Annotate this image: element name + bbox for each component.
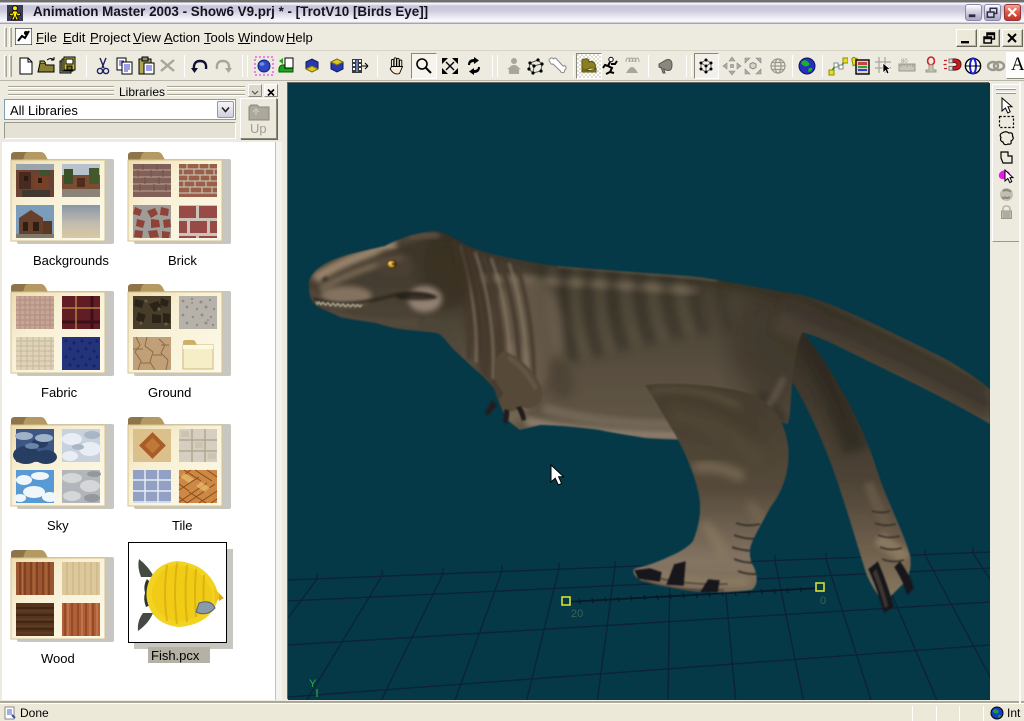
svg-text:Brick: Brick: [168, 253, 197, 268]
svg-text:80: 80: [901, 59, 908, 65]
svg-text:Y: Y: [309, 678, 317, 690]
svg-text:Backgrounds: Backgrounds: [33, 253, 109, 268]
svg-text:0: 0: [820, 595, 826, 607]
svg-text:Ground: Ground: [148, 385, 191, 400]
svg-text:Tile: Tile: [172, 518, 192, 533]
svg-text:Fabric: Fabric: [41, 385, 78, 400]
svg-text:20: 20: [571, 608, 583, 620]
svg-text:Sky: Sky: [47, 518, 69, 533]
svg-text:Wood: Wood: [41, 651, 75, 666]
svg-text:Fish.pcx: Fish.pcx: [151, 648, 200, 663]
